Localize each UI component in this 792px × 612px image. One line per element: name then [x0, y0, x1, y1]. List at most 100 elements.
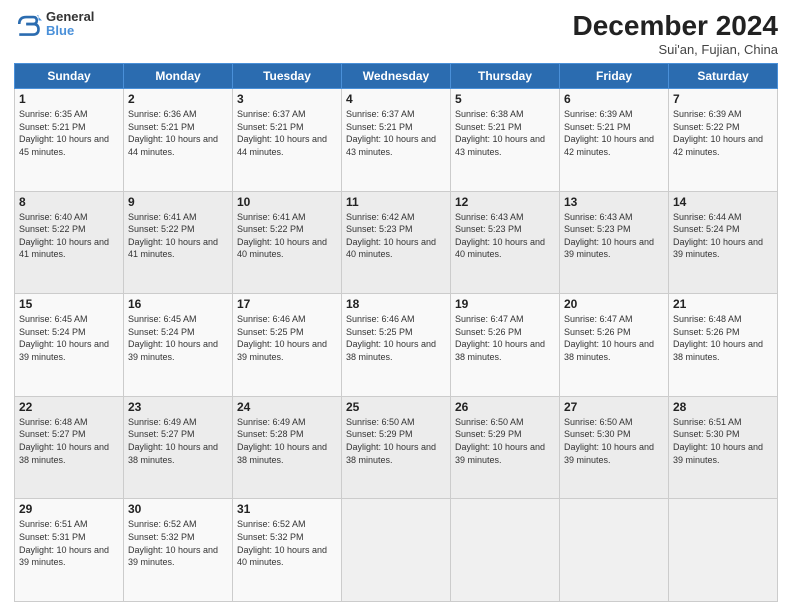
- day-cell-17: 17 Sunrise: 6:46 AMSunset: 5:25 PMDaylig…: [233, 294, 342, 397]
- day-info: Sunrise: 6:39 AMSunset: 5:22 PMDaylight:…: [673, 108, 773, 158]
- day-info: Sunrise: 6:49 AMSunset: 5:28 PMDaylight:…: [237, 416, 337, 466]
- week-row-1: 1 Sunrise: 6:35 AMSunset: 5:21 PMDayligh…: [15, 89, 778, 192]
- month-title: December 2024: [573, 10, 778, 42]
- day-cell-24: 24 Sunrise: 6:49 AMSunset: 5:28 PMDaylig…: [233, 396, 342, 499]
- day-cell-18: 18 Sunrise: 6:46 AMSunset: 5:25 PMDaylig…: [342, 294, 451, 397]
- day-cell-14: 14 Sunrise: 6:44 AMSunset: 5:24 PMDaylig…: [669, 191, 778, 294]
- day-cell-3: 3 Sunrise: 6:37 AMSunset: 5:21 PMDayligh…: [233, 89, 342, 192]
- logo-line2: Blue: [46, 24, 94, 38]
- day-info: Sunrise: 6:50 AMSunset: 5:30 PMDaylight:…: [564, 416, 664, 466]
- week-row-3: 15 Sunrise: 6:45 AMSunset: 5:24 PMDaylig…: [15, 294, 778, 397]
- day-number: 23: [128, 400, 228, 414]
- day-number: 28: [673, 400, 773, 414]
- day-number: 10: [237, 195, 337, 209]
- day-info: Sunrise: 6:36 AMSunset: 5:21 PMDaylight:…: [128, 108, 228, 158]
- day-info: Sunrise: 6:48 AMSunset: 5:27 PMDaylight:…: [19, 416, 119, 466]
- day-cell-7: 7 Sunrise: 6:39 AMSunset: 5:22 PMDayligh…: [669, 89, 778, 192]
- day-number: 29: [19, 502, 119, 516]
- day-cell-5: 5 Sunrise: 6:38 AMSunset: 5:21 PMDayligh…: [451, 89, 560, 192]
- day-cell-12: 12 Sunrise: 6:43 AMSunset: 5:23 PMDaylig…: [451, 191, 560, 294]
- col-header-thursday: Thursday: [451, 64, 560, 89]
- day-number: 17: [237, 297, 337, 311]
- day-info: Sunrise: 6:38 AMSunset: 5:21 PMDaylight:…: [455, 108, 555, 158]
- day-info: Sunrise: 6:50 AMSunset: 5:29 PMDaylight:…: [346, 416, 446, 466]
- week-row-4: 22 Sunrise: 6:48 AMSunset: 5:27 PMDaylig…: [15, 396, 778, 499]
- day-cell-19: 19 Sunrise: 6:47 AMSunset: 5:26 PMDaylig…: [451, 294, 560, 397]
- day-number: 18: [346, 297, 446, 311]
- day-number: 12: [455, 195, 555, 209]
- day-number: 24: [237, 400, 337, 414]
- day-cell-4: 4 Sunrise: 6:37 AMSunset: 5:21 PMDayligh…: [342, 89, 451, 192]
- day-info: Sunrise: 6:39 AMSunset: 5:21 PMDaylight:…: [564, 108, 664, 158]
- day-info: Sunrise: 6:40 AMSunset: 5:22 PMDaylight:…: [19, 211, 119, 261]
- day-info: Sunrise: 6:50 AMSunset: 5:29 PMDaylight:…: [455, 416, 555, 466]
- day-number: 5: [455, 92, 555, 106]
- day-info: Sunrise: 6:41 AMSunset: 5:22 PMDaylight:…: [128, 211, 228, 261]
- day-cell-23: 23 Sunrise: 6:49 AMSunset: 5:27 PMDaylig…: [124, 396, 233, 499]
- day-info: Sunrise: 6:52 AMSunset: 5:32 PMDaylight:…: [237, 518, 337, 568]
- col-header-wednesday: Wednesday: [342, 64, 451, 89]
- day-info: Sunrise: 6:46 AMSunset: 5:25 PMDaylight:…: [346, 313, 446, 363]
- empty-cell: [669, 499, 778, 602]
- day-number: 3: [237, 92, 337, 106]
- day-number: 16: [128, 297, 228, 311]
- day-number: 14: [673, 195, 773, 209]
- day-cell-21: 21 Sunrise: 6:48 AMSunset: 5:26 PMDaylig…: [669, 294, 778, 397]
- title-section: December 2024 Sui'an, Fujian, China: [573, 10, 778, 57]
- day-number: 26: [455, 400, 555, 414]
- week-row-2: 8 Sunrise: 6:40 AMSunset: 5:22 PMDayligh…: [15, 191, 778, 294]
- day-info: Sunrise: 6:35 AMSunset: 5:21 PMDaylight:…: [19, 108, 119, 158]
- day-number: 22: [19, 400, 119, 414]
- location: Sui'an, Fujian, China: [573, 42, 778, 57]
- day-cell-16: 16 Sunrise: 6:45 AMSunset: 5:24 PMDaylig…: [124, 294, 233, 397]
- day-cell-28: 28 Sunrise: 6:51 AMSunset: 5:30 PMDaylig…: [669, 396, 778, 499]
- day-cell-20: 20 Sunrise: 6:47 AMSunset: 5:26 PMDaylig…: [560, 294, 669, 397]
- day-cell-26: 26 Sunrise: 6:50 AMSunset: 5:29 PMDaylig…: [451, 396, 560, 499]
- day-info: Sunrise: 6:47 AMSunset: 5:26 PMDaylight:…: [455, 313, 555, 363]
- day-cell-27: 27 Sunrise: 6:50 AMSunset: 5:30 PMDaylig…: [560, 396, 669, 499]
- day-number: 15: [19, 297, 119, 311]
- day-cell-22: 22 Sunrise: 6:48 AMSunset: 5:27 PMDaylig…: [15, 396, 124, 499]
- day-number: 27: [564, 400, 664, 414]
- day-info: Sunrise: 6:42 AMSunset: 5:23 PMDaylight:…: [346, 211, 446, 261]
- day-number: 4: [346, 92, 446, 106]
- day-info: Sunrise: 6:37 AMSunset: 5:21 PMDaylight:…: [237, 108, 337, 158]
- day-info: Sunrise: 6:45 AMSunset: 5:24 PMDaylight:…: [19, 313, 119, 363]
- day-cell-10: 10 Sunrise: 6:41 AMSunset: 5:22 PMDaylig…: [233, 191, 342, 294]
- day-number: 19: [455, 297, 555, 311]
- day-cell-11: 11 Sunrise: 6:42 AMSunset: 5:23 PMDaylig…: [342, 191, 451, 294]
- logo-text: General Blue: [46, 10, 94, 39]
- logo-icon: [14, 10, 42, 38]
- empty-cell: [451, 499, 560, 602]
- day-cell-15: 15 Sunrise: 6:45 AMSunset: 5:24 PMDaylig…: [15, 294, 124, 397]
- day-info: Sunrise: 6:49 AMSunset: 5:27 PMDaylight:…: [128, 416, 228, 466]
- calendar: SundayMondayTuesdayWednesdayThursdayFrid…: [14, 63, 778, 602]
- day-info: Sunrise: 6:46 AMSunset: 5:25 PMDaylight:…: [237, 313, 337, 363]
- day-info: Sunrise: 6:51 AMSunset: 5:31 PMDaylight:…: [19, 518, 119, 568]
- col-header-tuesday: Tuesday: [233, 64, 342, 89]
- day-number: 1: [19, 92, 119, 106]
- day-number: 21: [673, 297, 773, 311]
- day-number: 8: [19, 195, 119, 209]
- day-info: Sunrise: 6:41 AMSunset: 5:22 PMDaylight:…: [237, 211, 337, 261]
- day-info: Sunrise: 6:44 AMSunset: 5:24 PMDaylight:…: [673, 211, 773, 261]
- empty-cell: [560, 499, 669, 602]
- logo-line1: General: [46, 10, 94, 24]
- day-cell-2: 2 Sunrise: 6:36 AMSunset: 5:21 PMDayligh…: [124, 89, 233, 192]
- day-cell-1: 1 Sunrise: 6:35 AMSunset: 5:21 PMDayligh…: [15, 89, 124, 192]
- day-number: 6: [564, 92, 664, 106]
- calendar-header-row: SundayMondayTuesdayWednesdayThursdayFrid…: [15, 64, 778, 89]
- day-info: Sunrise: 6:45 AMSunset: 5:24 PMDaylight:…: [128, 313, 228, 363]
- day-number: 9: [128, 195, 228, 209]
- day-cell-29: 29 Sunrise: 6:51 AMSunset: 5:31 PMDaylig…: [15, 499, 124, 602]
- day-number: 7: [673, 92, 773, 106]
- day-cell-31: 31 Sunrise: 6:52 AMSunset: 5:32 PMDaylig…: [233, 499, 342, 602]
- day-info: Sunrise: 6:37 AMSunset: 5:21 PMDaylight:…: [346, 108, 446, 158]
- day-cell-6: 6 Sunrise: 6:39 AMSunset: 5:21 PMDayligh…: [560, 89, 669, 192]
- empty-cell: [342, 499, 451, 602]
- day-number: 13: [564, 195, 664, 209]
- day-info: Sunrise: 6:43 AMSunset: 5:23 PMDaylight:…: [564, 211, 664, 261]
- day-cell-9: 9 Sunrise: 6:41 AMSunset: 5:22 PMDayligh…: [124, 191, 233, 294]
- day-number: 11: [346, 195, 446, 209]
- day-cell-30: 30 Sunrise: 6:52 AMSunset: 5:32 PMDaylig…: [124, 499, 233, 602]
